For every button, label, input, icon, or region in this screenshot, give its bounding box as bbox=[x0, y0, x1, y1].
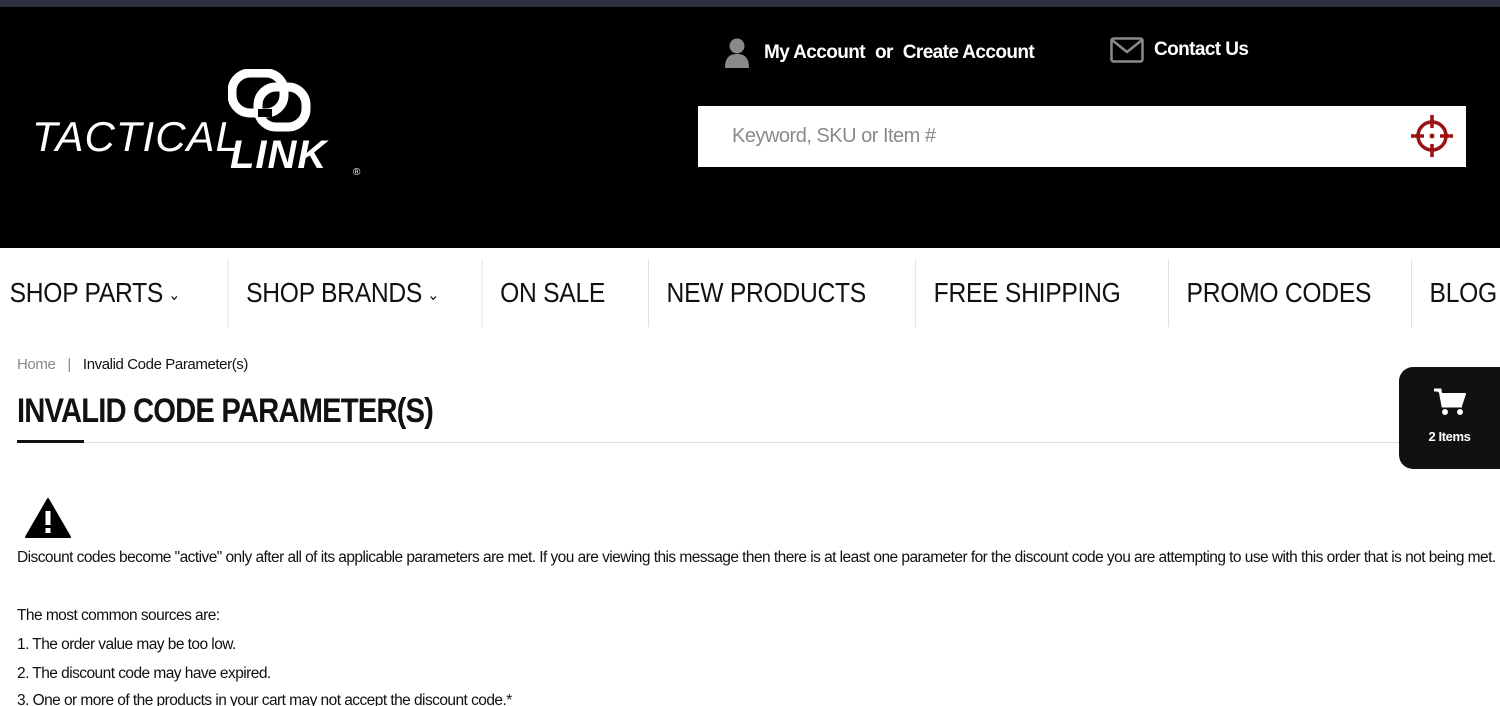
search-bar bbox=[698, 106, 1466, 167]
nav-item-free-shipping[interactable]: FREE SHIPPING bbox=[915, 259, 1138, 327]
nav-label: SHOP BRANDS bbox=[245, 277, 422, 308]
nav-item-promo-codes[interactable]: PROMO CODES bbox=[1168, 259, 1389, 327]
breadcrumb: Home | Invalid Code Parameter(s) bbox=[17, 356, 248, 373]
contact-us-link[interactable]: Contact Us bbox=[1154, 39, 1249, 61]
sources-heading: The most common sources are: bbox=[17, 607, 220, 624]
or-separator: or bbox=[874, 42, 893, 63]
search-input[interactable] bbox=[698, 106, 1398, 167]
breadcrumb-separator: | bbox=[67, 356, 71, 373]
logo-mark-icon bbox=[228, 69, 311, 132]
nav-label: ON SALE bbox=[500, 277, 606, 308]
mail-icon bbox=[1110, 37, 1144, 63]
title-divider bbox=[17, 442, 1400, 443]
top-border bbox=[0, 0, 1500, 7]
intro-paragraph: Discount codes become "active" only afte… bbox=[17, 549, 1496, 566]
create-account-link[interactable]: Create Account bbox=[903, 42, 1035, 64]
list-item: 3. One or more of the products in your c… bbox=[17, 692, 512, 706]
nav-item-shop-brands[interactable]: SHOP BRANDS ⌄ bbox=[227, 259, 456, 327]
cart-item-count: 2 Items bbox=[1428, 429, 1471, 444]
main-nav: SHOP PARTS ⌄ SHOP BRANDS ⌄ ON SALE NEW P… bbox=[0, 248, 1500, 338]
crosshair-icon[interactable] bbox=[1410, 114, 1454, 158]
breadcrumb-home-link[interactable]: Home bbox=[17, 356, 56, 373]
logo-text-link: LINK bbox=[230, 133, 328, 177]
nav-item-shop-parts[interactable]: SHOP PARTS ⌄ bbox=[0, 259, 198, 327]
page-title: INVALID CODE PARAMETER(S) bbox=[17, 392, 434, 430]
contact-link-group: Contact Us bbox=[1110, 37, 1249, 63]
nav-item-blog[interactable]: BLOG bbox=[1411, 259, 1500, 327]
nav-label: NEW PRODUCTS bbox=[666, 277, 867, 308]
list-item: 1. The order value may be too low. bbox=[17, 636, 236, 653]
list-item: 2. The discount code may have expired. bbox=[17, 665, 271, 682]
nav-label: SHOP PARTS bbox=[9, 277, 164, 308]
chevron-down-icon: ⌄ bbox=[168, 287, 181, 304]
nav-label: PROMO CODES bbox=[1186, 277, 1372, 308]
site-logo[interactable]: TACTICAL LINK ® bbox=[32, 69, 372, 189]
account-links: My Account or Create Account bbox=[724, 37, 1035, 69]
warning-icon bbox=[25, 498, 71, 538]
title-underline bbox=[17, 440, 84, 443]
nav-item-on-sale[interactable]: ON SALE bbox=[481, 259, 623, 327]
site-header: TACTICAL LINK ® My Account or Create Acc… bbox=[0, 7, 1500, 248]
chevron-down-icon: ⌄ bbox=[427, 287, 439, 304]
cart-icon bbox=[1434, 388, 1466, 415]
cart-button[interactable]: 2 Items bbox=[1399, 367, 1500, 469]
nav-label: FREE SHIPPING bbox=[933, 277, 1121, 308]
nav-label: BLOG bbox=[1429, 277, 1498, 308]
logo-text-tactical: TACTICAL bbox=[32, 113, 240, 160]
breadcrumb-current: Invalid Code Parameter(s) bbox=[82, 356, 248, 373]
my-account-link[interactable]: My Account bbox=[764, 42, 866, 64]
user-icon bbox=[725, 38, 749, 68]
nav-item-new-products[interactable]: NEW PRODUCTS bbox=[648, 259, 884, 327]
logo-registered-mark: ® bbox=[353, 167, 361, 178]
